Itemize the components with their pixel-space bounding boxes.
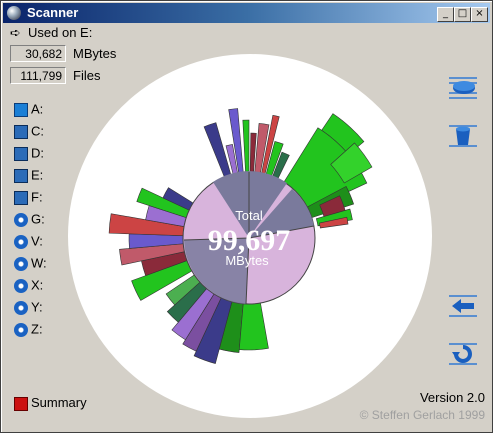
floppy-icon [14,102,28,117]
files-value: 111,799 [10,67,66,84]
used-on-label: Used on E: [28,25,93,40]
copyright-label: © Steffen Gerlach 1999 [359,408,485,422]
drive-item-w[interactable]: W: [14,254,47,272]
hard-disk-icon [14,146,28,161]
summary-label: Summary [31,395,87,410]
drive-label: F: [31,189,43,205]
version-label: Version 2.0 [419,390,485,405]
drive-item-z[interactable]: Z: [14,320,43,338]
drive-label: D: [31,145,44,161]
drive-item-f[interactable]: F: [14,188,43,206]
drive-item-c[interactable]: C: [14,122,44,140]
drive-label: E: [31,167,44,183]
disk-icon [449,77,477,99]
mbytes-label: MBytes [73,46,117,61]
disk-button[interactable] [448,74,478,102]
back-arrow-icon [449,295,477,317]
drive-label: C: [31,123,44,139]
refresh-button[interactable] [448,340,478,368]
cd-drive-icon [14,234,28,249]
back-button[interactable] [448,292,478,320]
files-label: Files [73,68,101,83]
drive-item-y[interactable]: Y: [14,298,43,316]
cd-drive-icon [14,256,28,271]
drive-label: A: [31,101,44,117]
drive-label: G: [31,211,45,227]
summary-icon [14,396,28,411]
drive-item-g[interactable]: G: [14,210,45,228]
used-arrow-icon: ➪ [10,26,21,41]
drive-item-a[interactable]: A: [14,100,43,118]
drive-item-d[interactable]: D: [14,144,44,162]
summary-button[interactable]: Summary [14,395,87,411]
drive-label: Y: [31,299,43,315]
refresh-icon [449,343,477,365]
used-on-drive: ➪ Used on E: [10,25,92,41]
hard-disk-icon [14,168,28,183]
drive-item-e[interactable]: E: [14,166,43,184]
cd-drive-icon [14,322,28,337]
cd-drive-icon [14,278,28,293]
cd-drive-icon [14,300,28,315]
sunburst-chart[interactable]: Total 99,697 MBytes [0,0,493,433]
hard-disk-icon [14,190,28,205]
cd-drive-icon [14,212,28,227]
drive-label: Z: [31,321,43,337]
drive-item-v[interactable]: V: [14,232,43,250]
drive-label: V: [31,233,43,249]
center-unit-label: MBytes [225,253,269,268]
mbytes-value: 30,682 [10,45,66,62]
drive-label: X: [31,277,44,293]
trash-button[interactable] [448,122,478,150]
drive-item-x[interactable]: X: [14,276,43,294]
trash-icon [449,125,477,147]
drive-label: W: [31,255,47,271]
center-top-label: Total [235,208,263,223]
hard-disk-icon [14,124,28,139]
